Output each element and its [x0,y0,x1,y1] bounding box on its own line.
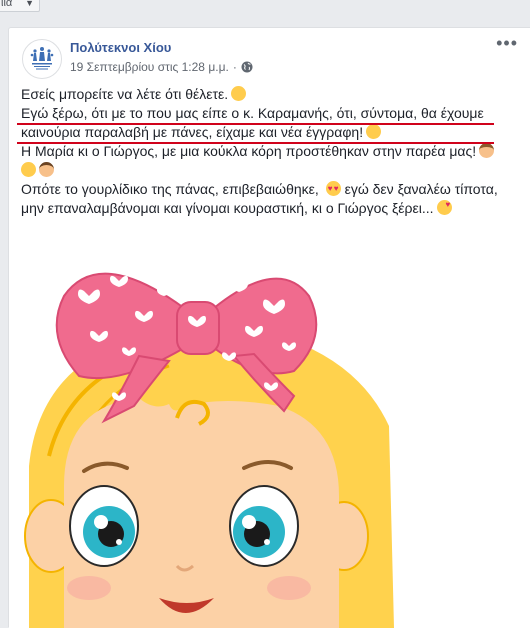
top-strip: ιιὰ ▼ [0,0,530,14]
heart-eyes-emoji: ♥ ♥ [325,181,341,196]
baby-emoji [21,162,36,177]
chevron-down-icon: ▼ [25,0,34,8]
language-select-value: ιιὰ [1,0,13,9]
post-text: Εσείς μπορείτε να λέτε ότι θέλετε. Εγώ ξ… [21,85,526,218]
man-emoji [39,162,54,177]
post-line: Η Μαρία κι ο Γιώργος, με μια κούκλα κόρη… [21,142,526,161]
annotation-underline [17,142,494,144]
post-line: καινούρια παραλαβή με πάνες, είχαμε και … [21,121,526,142]
avatar[interactable] [22,39,62,79]
woman-emoji [479,143,495,158]
post-line: Οπότε το γουρλίδικο της πάνας, επιβεβαιώ… [21,181,498,197]
post-line: μην επαναλαμβάνομαι και γίνομαι κουραστι… [21,200,452,216]
more-options-button[interactable]: ••• [496,34,518,52]
cartoon-baby-girl-image [24,272,394,628]
post-card: Πολύτεκνοι Χίου 19 Σεπτεμβρίου στις 1:28… [8,27,530,628]
meta-separator: · [232,60,237,74]
post-line: Εγώ ξέρω, ότι με το που μας είπε ο κ. Κα… [21,105,484,121]
post-line: Εσείς μπορείτε να λέτε ότι θέλετε. [21,85,526,104]
thinking-face-emoji [231,86,247,101]
annotation-underline [17,123,494,125]
language-select[interactable]: ιιὰ ▼ [0,0,40,12]
post-meta: 19 Σεπτεμβρίου στις 1:28 μ.μ. · [70,60,253,74]
post-image[interactable] [9,236,530,628]
post-timestamp[interactable]: 19 Σεπτεμβρίου στις 1:28 μ.μ. [70,60,229,74]
page-name-link[interactable]: Πολύτεκνοι Χίου [70,40,171,55]
post-line [21,161,526,180]
page-logo-icon [24,41,60,77]
kissing-heart-emoji: ♥ [436,200,452,215]
globe-icon[interactable] [241,61,253,73]
